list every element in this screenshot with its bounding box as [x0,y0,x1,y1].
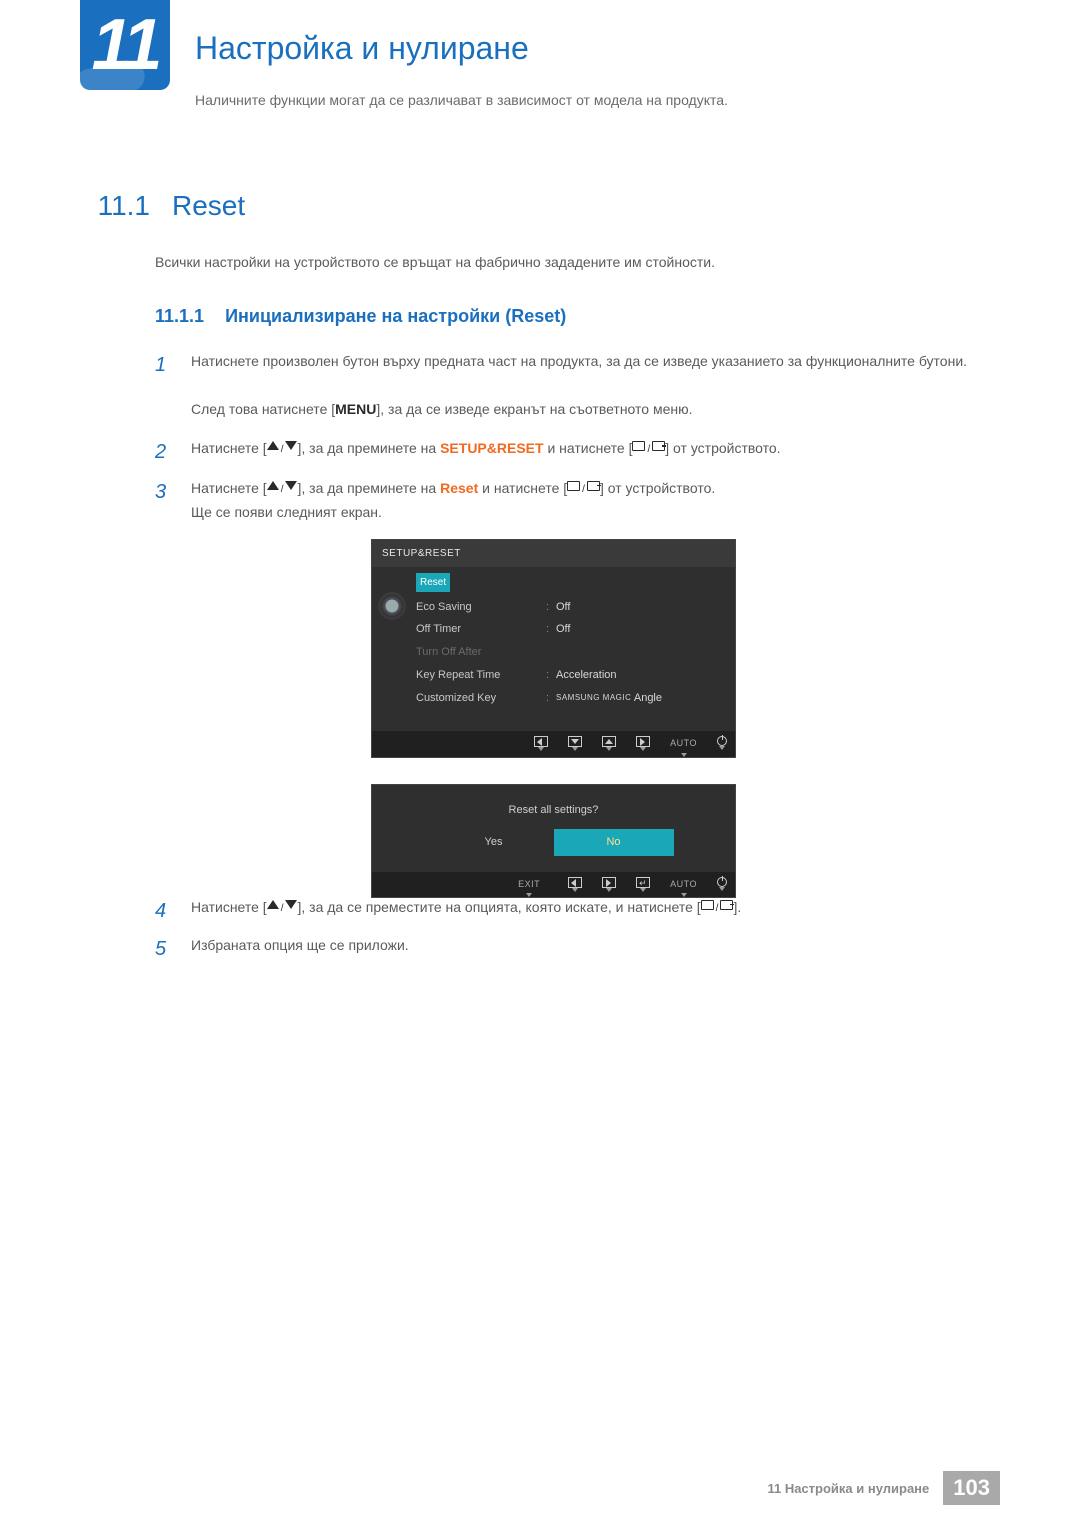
step-1b-pre: След това натиснете [ [191,401,335,417]
osd-row: Key Repeat Time:Acceleration [416,664,725,687]
footer-chapter-title: Настройка и нулиране [785,1481,929,1496]
nav-left-icon [568,877,582,888]
step-3-pre: Натиснете [ [191,480,267,496]
footer-chapter-number: 11 [767,1481,781,1496]
chapter-subtitle: Наличните функции могат да се различават… [195,92,728,108]
nav-left-icon [534,736,548,747]
step-4: 4 Натиснете [/], за да се преместите на … [155,896,975,920]
osd-row-label: Off Timer [416,620,546,639]
step-5: 5 Избраната опция ще се приложи. [155,934,975,958]
no-button: No [554,829,674,856]
section-heading: 11.1 Reset [80,190,245,222]
up-down-icon: / [267,481,298,498]
enter-icon [636,877,650,888]
osd-row-label: Eco Saving [416,598,546,617]
section-number: 11.1 [80,190,150,222]
step-3-after: Ще се появи следният екран. [191,504,382,520]
up-down-icon: / [267,900,298,917]
menu-label: MENU [335,401,376,417]
page-number: 103 [943,1471,1000,1505]
osd-row: Off Timer:Off [416,618,725,641]
osd-row-label: Turn Off After [416,643,546,662]
step-2-mid2: и натиснете [ [544,440,633,456]
osd-gear-icon [372,567,412,731]
step-5-text: Избраната опция ще се приложи. [191,937,409,953]
osd-row-label: Customized Key [416,689,546,708]
nav-right-icon [636,736,650,747]
osd-screenshots: SETUP&RESET Reset Eco Saving:Off Off Tim… [371,539,975,898]
step-4-post: ]. [733,899,741,915]
enter-icon: / [701,900,734,917]
step-3-mid: ], за да преминете на [297,480,440,496]
power-icon [717,736,727,746]
osd-footer: EXIT AUTO [372,872,735,897]
step-1: Натиснете произволен бутон върху преднат… [155,350,975,421]
osd-reset-confirm: Reset all settings? Yes No EXIT AUTO [371,784,736,899]
step-3-mid2: и натиснете [ [478,480,567,496]
step-1b-post: ], за да се изведе екранът на съответнот… [376,401,692,417]
enter-icon: / [632,441,665,458]
osd-question: Reset all settings? [372,785,735,830]
steps-list-cont: 4 Натиснете [/], за да се преместите на … [155,896,975,972]
step-1-text: Натиснете произволен бутон върху преднат… [191,353,967,369]
osd-row: Turn Off After [416,641,725,664]
nav-down-icon [568,736,582,747]
steps-list: Натиснете произволен бутон върху преднат… [155,350,975,914]
step-3: Натиснете [/], за да преминете на Reset … [155,477,975,898]
step-2-mid: ], за да преминете на [297,440,440,456]
step-4-pre: Натиснете [ [191,899,267,915]
osd-footer: AUTO [372,731,735,756]
samsung-magic-label: SAMSUNG MAGIC [556,694,631,701]
osd-row-value: Off [556,620,570,639]
osd-row-label: Key Repeat Time [416,666,546,685]
section-intro: Всички настройки на устройството се връщ… [155,252,975,273]
page-footer: 11 Настройка и нулиране 103 [767,1471,1000,1505]
enter-icon: / [567,481,600,498]
auto-label: AUTO [670,736,697,751]
osd-row: Customized Key:SAMSUNG MAGIC Angle [416,687,725,710]
step-3-post: ] от устройството. [600,480,715,496]
nav-up-icon [602,736,616,747]
step-3-target: Reset [440,480,478,496]
yes-button: Yes [434,829,554,856]
up-down-icon: / [267,441,298,458]
osd-row-value: Off [556,598,570,617]
footer-crumb: 11 Настройка и нулиране [767,1481,929,1496]
step-2-post: ] от устройството. [665,440,780,456]
step-2: Натиснете [/], за да преминете на SETUP&… [155,437,975,461]
section-title: Reset [172,190,245,222]
power-icon [717,877,727,887]
osd-setup-reset: SETUP&RESET Reset Eco Saving:Off Off Tim… [371,539,736,758]
osd-row-value: Acceleration [556,666,617,685]
step-2-pre: Натиснете [ [191,440,267,456]
step-2-target: SETUP&RESET [440,440,543,456]
subsection-title: Инициализиране на настройки (Reset) [225,306,566,326]
osd-menu: Reset Eco Saving:Off Off Timer:Off Turn … [412,567,735,731]
osd-row: Eco Saving:Off [416,596,725,619]
osd-selected-item: Reset [416,573,450,592]
auto-label: AUTO [670,877,697,892]
step-4-mid: ], за да се преместите на опцията, която… [297,899,700,915]
chapter-title: Настройка и нулиране [195,30,529,67]
nav-right-icon [602,877,616,888]
osd-title: SETUP&RESET [372,540,735,567]
chapter-number-badge: 11 [80,0,170,90]
exit-label: EXIT [518,877,540,892]
osd-row-value: SAMSUNG MAGIC Angle [556,689,662,708]
subsection-number: 11.1.1 [155,306,204,326]
subsection-heading: 11.1.1 Инициализиране на настройки (Rese… [155,306,566,327]
